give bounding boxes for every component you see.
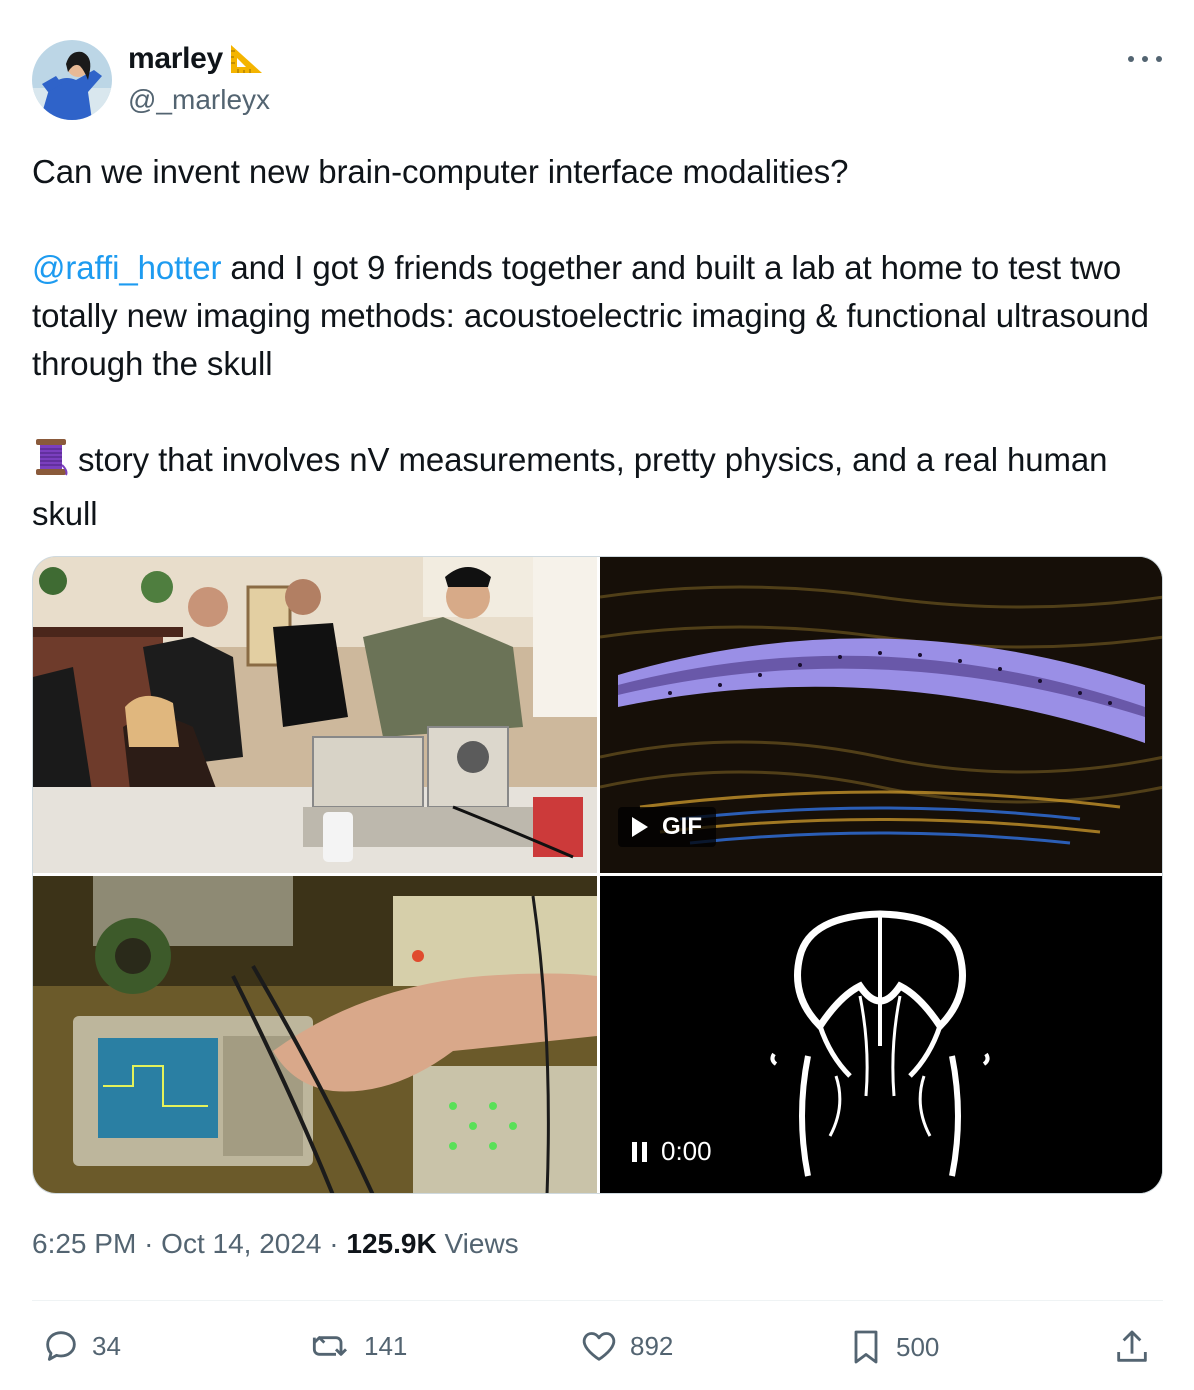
meta-separator: · xyxy=(144,1228,154,1259)
meta-separator: · xyxy=(329,1228,339,1259)
views-label: Views xyxy=(444,1228,519,1259)
user-handle[interactable]: @_marleyx xyxy=(128,84,270,116)
triangular-ruler-icon xyxy=(230,45,262,73)
bookmark-count: 500 xyxy=(896,1331,940,1362)
avatar[interactable] xyxy=(32,40,112,120)
views-count: 125.9K xyxy=(346,1228,437,1259)
tweet-paragraph-3: story that involves nV measurements, pre… xyxy=(32,436,1162,538)
action-bar: 34 141 892 500 xyxy=(32,1326,1163,1374)
mention-link[interactable]: @raffi_hotter xyxy=(32,249,221,286)
dot-icon xyxy=(1142,56,1148,62)
like-button[interactable]: 892 xyxy=(578,1326,673,1366)
video-pause-button[interactable]: 0:00 xyxy=(632,1136,712,1167)
post-time[interactable]: 6:25 PM xyxy=(32,1228,136,1259)
repost-count: 141 xyxy=(364,1330,408,1361)
display-name[interactable]: marley xyxy=(128,42,223,76)
gif-label: GIF xyxy=(662,813,702,840)
lab-photo[interactable] xyxy=(33,557,597,873)
reply-button[interactable]: 34 xyxy=(40,1326,121,1366)
spool-of-thread-icon xyxy=(32,437,70,490)
tweet-meta: 6:25 PM · Oct 14, 2024 · 125.9K Views xyxy=(32,1228,519,1260)
post-date[interactable]: Oct 14, 2024 xyxy=(161,1228,321,1259)
reply-icon xyxy=(46,1331,76,1361)
media-grid: GIF 0:00 xyxy=(32,556,1163,1194)
play-icon xyxy=(632,817,648,837)
acoustic-gif[interactable]: GIF xyxy=(600,557,1162,873)
like-count: 892 xyxy=(630,1330,674,1361)
more-options-button[interactable] xyxy=(1128,44,1162,74)
oscilloscope-photo[interactable] xyxy=(33,876,597,1193)
bookmark-button[interactable]: 500 xyxy=(846,1326,939,1368)
video-time: 0:00 xyxy=(661,1136,712,1166)
divider xyxy=(32,1300,1163,1301)
reply-count: 34 xyxy=(92,1330,121,1361)
repost-icon xyxy=(312,1336,348,1356)
paragraph-3-text: story that involves nV measurements, pre… xyxy=(32,441,1108,532)
share-button[interactable] xyxy=(1112,1326,1152,1368)
bookmark-icon xyxy=(854,1330,878,1364)
gif-play-button[interactable]: GIF xyxy=(618,807,716,847)
pause-icon xyxy=(632,1141,647,1162)
tweet-paragraph-2: @raffi_hotter and I got 9 friends togeth… xyxy=(32,244,1162,388)
dot-icon xyxy=(1128,56,1134,62)
heart-icon xyxy=(582,1332,616,1361)
tweet-line-1: Can we invent new brain-computer interfa… xyxy=(32,153,849,190)
tweet-text: Can we invent new brain-computer interfa… xyxy=(32,148,1162,538)
skull-video[interactable]: 0:00 xyxy=(600,876,1162,1193)
dot-icon xyxy=(1156,56,1162,62)
share-icon xyxy=(1117,1330,1147,1362)
repost-button[interactable]: 141 xyxy=(308,1326,407,1366)
